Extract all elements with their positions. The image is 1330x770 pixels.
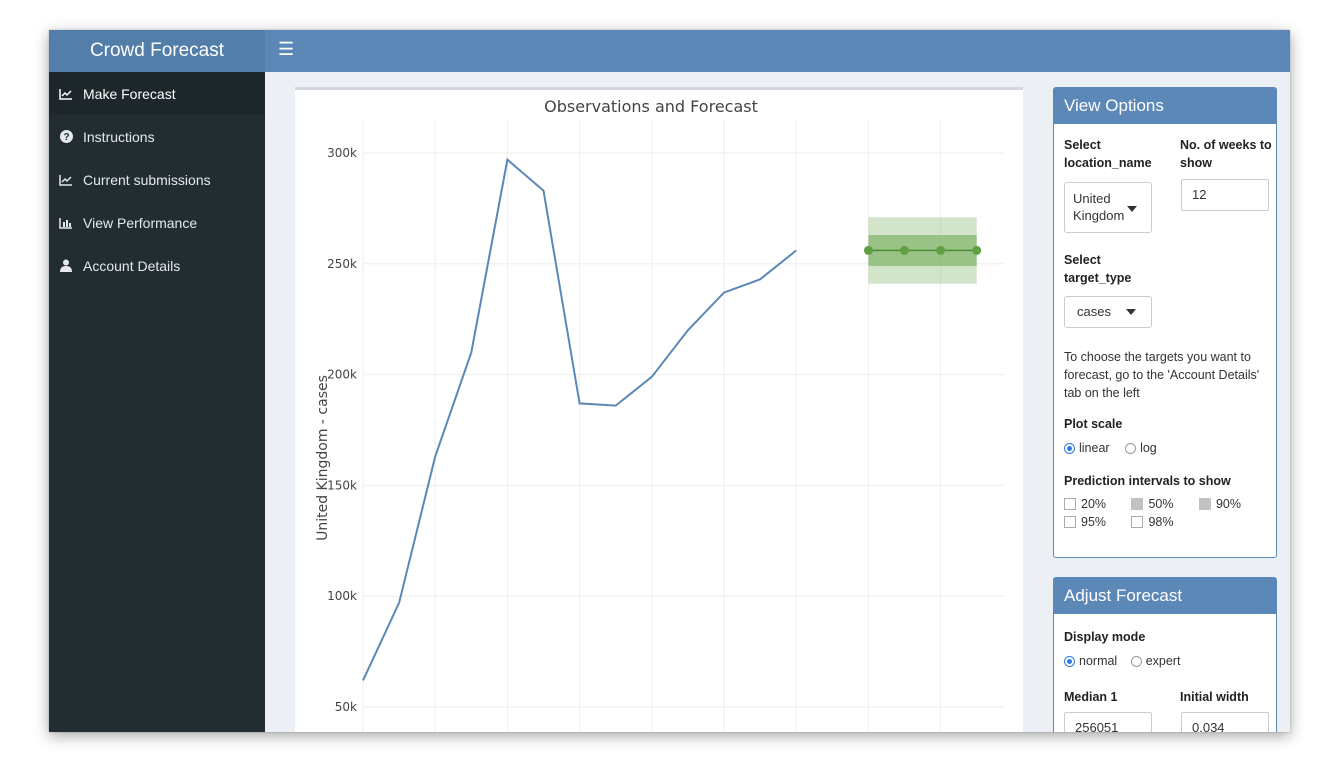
header-bar: Crowd Forecast ☰ bbox=[49, 30, 1290, 72]
location-select-value: United Kingdom bbox=[1073, 191, 1125, 223]
y-axis-label: United Kingdom - cases bbox=[315, 375, 331, 541]
interval-50-checkbox[interactable]: 50% bbox=[1131, 495, 1195, 513]
forecast-plot-panel: 50k 100k 150k 200k 250k 300k Observations and… bbox=[295, 87, 1023, 732]
y-tick-label: 200k bbox=[327, 368, 357, 382]
y-tick-label: 150k bbox=[327, 478, 357, 492]
prediction-intervals-label: Prediction intervals to show bbox=[1064, 474, 1231, 488]
location-select[interactable]: United Kingdom bbox=[1064, 182, 1152, 233]
radio-icon bbox=[1125, 443, 1137, 454]
targets-note: To choose the targets you want to foreca… bbox=[1064, 350, 1260, 400]
mode-normal-radio[interactable]: normal bbox=[1064, 654, 1117, 668]
chevron-down-icon bbox=[1126, 309, 1136, 315]
display-mode-label: Display mode bbox=[1064, 630, 1146, 644]
radio-icon bbox=[1064, 656, 1075, 667]
median-label: Median 1 bbox=[1064, 690, 1118, 704]
svg-text:?: ? bbox=[63, 132, 69, 143]
scale-log-radio[interactable]: log bbox=[1125, 441, 1157, 455]
chevron-down-icon bbox=[1127, 206, 1137, 212]
adjust-forecast-title: Adjust Forecast bbox=[1054, 578, 1276, 614]
initial-width-input[interactable]: 0.034 bbox=[1181, 712, 1269, 732]
sidebar-item-current-submissions[interactable]: Current submissions bbox=[49, 158, 265, 201]
radio-icon bbox=[1130, 656, 1142, 667]
scale-linear-radio[interactable]: linear bbox=[1064, 441, 1110, 455]
sidebar-item-label: Account Details bbox=[83, 257, 181, 274]
view-options-title: View Options bbox=[1054, 88, 1276, 124]
sidebar-item-label: Make Forecast bbox=[83, 85, 176, 102]
interval-95-checkbox[interactable]: 95% bbox=[1064, 513, 1128, 531]
plot-scale-label: Plot scale bbox=[1064, 417, 1123, 431]
interval-20-checkbox[interactable]: 20% bbox=[1064, 495, 1128, 513]
checkbox-icon bbox=[1131, 498, 1144, 510]
checkbox-icon bbox=[1198, 498, 1211, 510]
sidebar-item-instructions[interactable]: ? Instructions bbox=[49, 115, 265, 158]
adjust-forecast-panel: Adjust Forecast Display mode normal expe… bbox=[1053, 577, 1277, 732]
display-mode-options: normal expert bbox=[1064, 652, 1180, 670]
forecast-point[interactable] bbox=[863, 245, 873, 255]
location-label: Select location_name bbox=[1064, 138, 1152, 170]
y-tick-label: 300k bbox=[327, 146, 357, 160]
interval-90-checkbox[interactable]: 90% bbox=[1198, 495, 1241, 513]
checkbox-icon bbox=[1131, 516, 1144, 528]
target-type-label: Select target_type bbox=[1064, 253, 1132, 285]
line-chart-icon bbox=[59, 88, 73, 100]
target-type-select[interactable]: cases bbox=[1064, 296, 1152, 328]
radio-icon bbox=[1064, 443, 1075, 454]
mode-expert-radio[interactable]: expert bbox=[1130, 654, 1180, 668]
sidebar-item-make-forecast[interactable]: Make Forecast bbox=[49, 72, 265, 115]
median-input[interactable]: 256051 bbox=[1064, 712, 1152, 732]
checkbox-icon bbox=[1064, 498, 1076, 510]
line-chart-icon bbox=[59, 174, 73, 186]
bar-chart-icon bbox=[59, 217, 73, 229]
interval-checkboxes: 20% 50% 90% 95% 98% bbox=[1064, 495, 1274, 531]
user-icon bbox=[59, 259, 73, 272]
checkbox-icon bbox=[1064, 516, 1076, 528]
sidebar-item-label: Current submissions bbox=[83, 171, 211, 188]
sidebar-item-label: Instructions bbox=[83, 128, 155, 145]
app-window: Crowd Forecast ☰ Make Forecast ? Instruc… bbox=[49, 30, 1290, 732]
sidebar-item-account-details[interactable]: Account Details bbox=[49, 244, 265, 287]
sidebar-item-label: View Performance bbox=[83, 214, 198, 231]
plot-scale-options: linear log bbox=[1064, 439, 1157, 457]
sidebar: Make Forecast ? Instructions Current sub… bbox=[49, 72, 265, 732]
forecast-point[interactable] bbox=[900, 245, 909, 255]
hamburger-icon[interactable]: ☰ bbox=[278, 39, 294, 60]
question-circle-icon: ? bbox=[59, 130, 73, 143]
y-tick-label: 100k bbox=[327, 589, 357, 603]
app-logo[interactable]: Crowd Forecast bbox=[49, 30, 265, 72]
forecast-chart[interactable]: 50k 100k 150k 200k 250k 300k Observations and… bbox=[295, 90, 1023, 732]
y-tick-label: 50k bbox=[335, 700, 357, 714]
view-options-panel: View Options Select location_name No. of… bbox=[1053, 87, 1277, 558]
interval-98-checkbox[interactable]: 98% bbox=[1131, 513, 1174, 531]
forecast-point[interactable] bbox=[936, 245, 946, 255]
forecast-point[interactable] bbox=[972, 245, 982, 255]
sidebar-item-view-performance[interactable]: View Performance bbox=[49, 201, 265, 244]
weeks-label: No. of weeks to show bbox=[1180, 138, 1272, 170]
weeks-input[interactable]: 12 bbox=[1181, 179, 1269, 211]
target-type-value: cases bbox=[1077, 304, 1111, 319]
initial-width-label: Initial width bbox=[1180, 690, 1249, 704]
chart-title: Observations and Forecast bbox=[544, 97, 758, 116]
y-tick-label: 250k bbox=[327, 257, 357, 271]
